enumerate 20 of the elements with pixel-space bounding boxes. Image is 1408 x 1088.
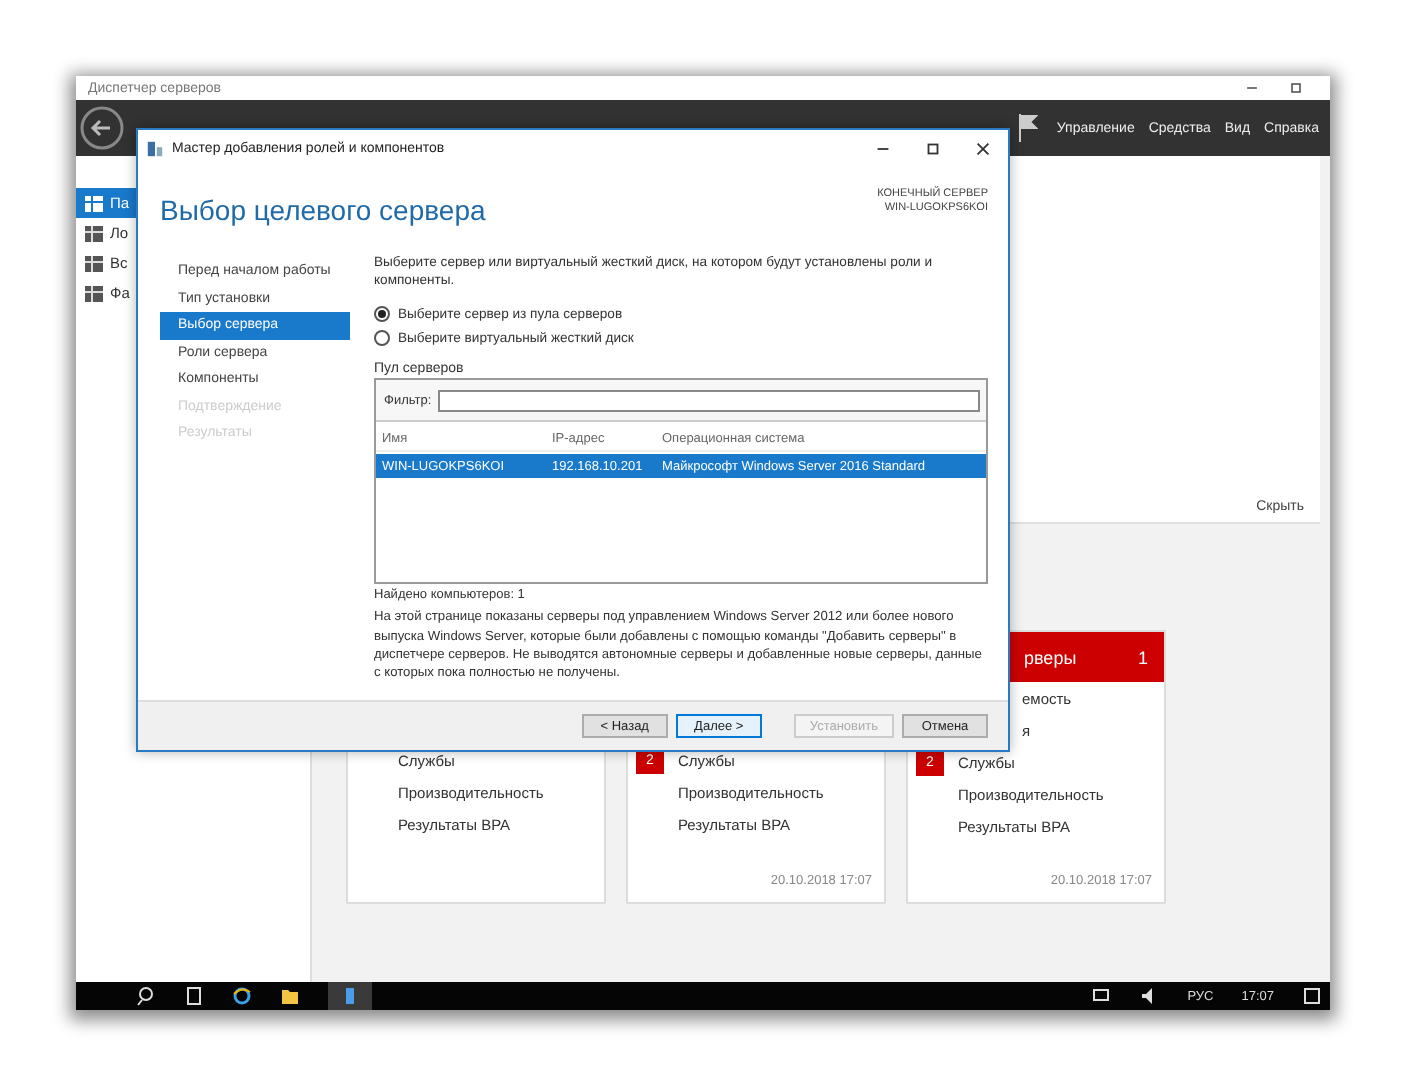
- radio-button[interactable]: [374, 330, 390, 347]
- radio-button[interactable]: [374, 306, 390, 323]
- tile-title: рверы: [1024, 647, 1077, 667]
- task-view-icon[interactable]: [184, 986, 204, 1006]
- back-button[interactable]: [80, 106, 124, 150]
- folder-icon[interactable]: [280, 986, 300, 1006]
- server-icon[interactable]: [328, 982, 372, 1010]
- search-icon[interactable]: [136, 986, 156, 1006]
- flag-icon[interactable]: [1017, 114, 1038, 142]
- list-icon: [84, 193, 104, 213]
- maximize-icon[interactable]: [924, 139, 942, 157]
- page-heading: Выбор целевого сервера: [160, 194, 486, 230]
- server-icon: [146, 139, 164, 157]
- filter-field[interactable]: [437, 390, 980, 413]
- close-icon[interactable]: [974, 139, 992, 157]
- list-icon: [84, 283, 104, 303]
- browser-icon[interactable]: [232, 986, 252, 1006]
- list-icon: [84, 253, 104, 273]
- list-icon: [84, 223, 104, 243]
- tile-count: 1: [1137, 647, 1148, 667]
